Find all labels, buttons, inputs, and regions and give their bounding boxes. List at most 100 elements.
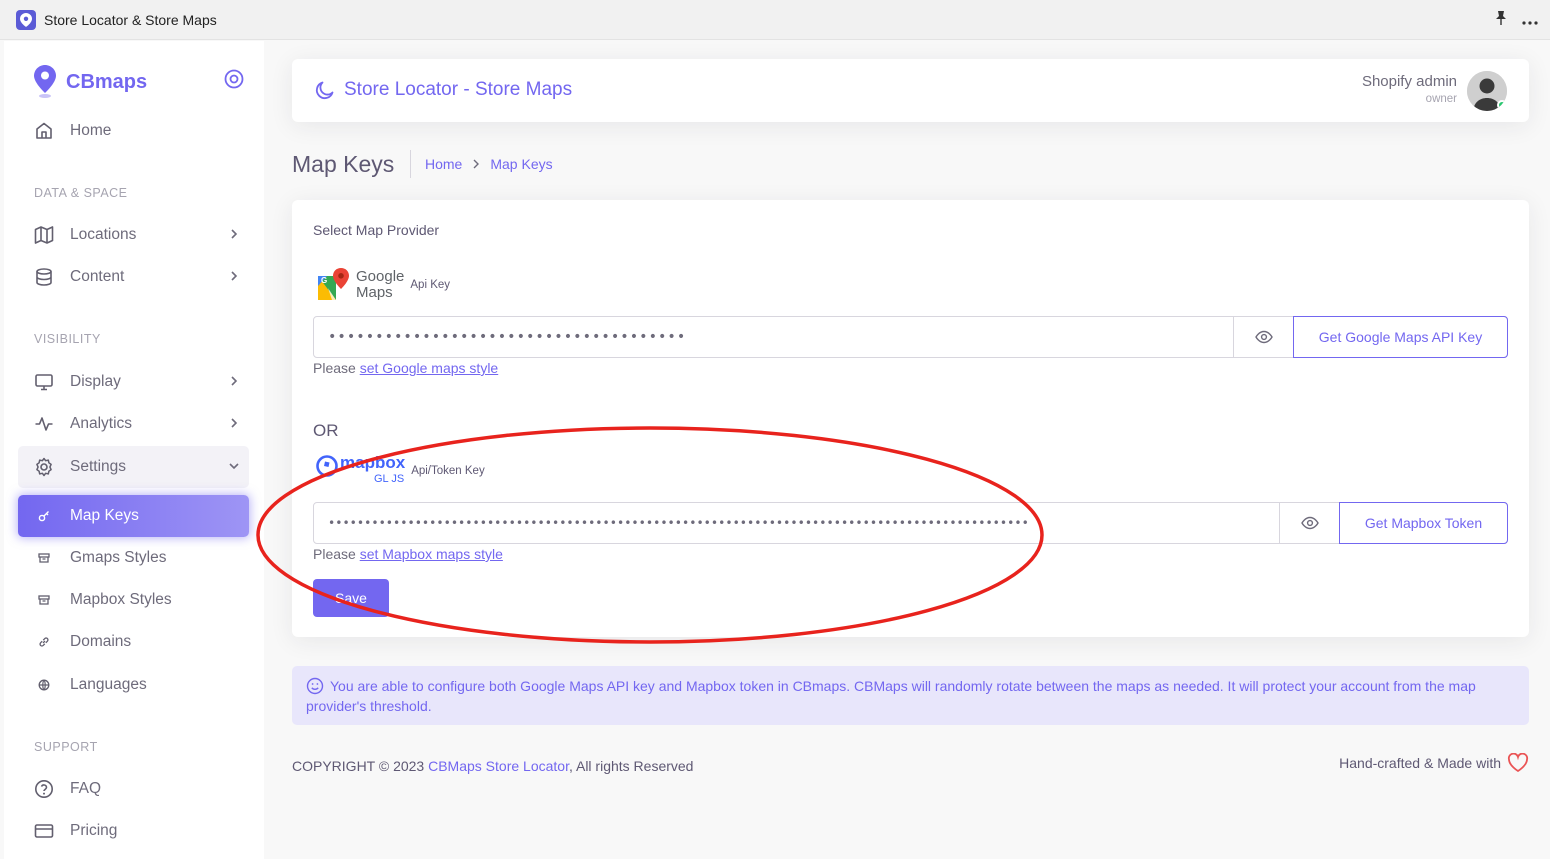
google-maps-icon: G: [318, 268, 349, 300]
sidebar-item-locations[interactable]: Locations: [18, 214, 249, 256]
map-icon: [34, 225, 54, 245]
activity-icon: [34, 414, 54, 434]
sidebar-item-label: FAQ: [70, 780, 102, 797]
section-label-data: DATA & SPACE: [34, 186, 128, 200]
globe-icon: [34, 675, 54, 695]
app-titlebar: Store Locator & Store Maps: [0, 0, 1550, 40]
sidebar-item-home[interactable]: Home: [18, 110, 249, 152]
mapbox-wordmark: mapbox: [340, 453, 406, 472]
user-name[interactable]: Shopify admin: [1362, 73, 1457, 90]
eye-icon: [1301, 516, 1319, 530]
info-alert: You are able to configure both Google Ma…: [292, 666, 1529, 725]
toggle-visibility-button[interactable]: [1279, 503, 1340, 543]
eye-icon: [1255, 330, 1273, 344]
chevron-down-icon: [229, 463, 239, 470]
sidebar-toggle-icon[interactable]: [224, 69, 244, 89]
sidebar-item-faq[interactable]: FAQ: [18, 768, 249, 810]
app-logo-icon: [16, 9, 36, 30]
sidebar-item-label: Map Keys: [70, 507, 139, 524]
sidebar-item-pricing[interactable]: Pricing: [18, 810, 249, 852]
google-api-key-input[interactable]: ••••••••••••••••••••••••••••••••••••••: [314, 317, 1233, 357]
mapbox-token-input[interactable]: ••••••••••••••••••••••••••••••••••••••••…: [314, 503, 1279, 543]
chevron-right-icon: [231, 418, 238, 428]
hint-prefix: Please: [313, 546, 360, 562]
brand-name: CBmaps: [66, 70, 148, 93]
pin-icon[interactable]: [1494, 10, 1508, 29]
sidebar-item-languages[interactable]: Languages: [18, 664, 249, 706]
app-title: Store Locator & Store Maps: [44, 11, 217, 28]
copyright-link[interactable]: CBMaps Store Locator: [428, 758, 569, 774]
hint-prefix: Please: [313, 360, 360, 376]
sidebar-item-label: Analytics: [70, 415, 133, 432]
sidebar-item-display[interactable]: Display: [18, 361, 249, 403]
breadcrumb: Home Map Keys: [425, 156, 553, 172]
sidebar-item-map-keys[interactable]: Map Keys: [18, 495, 249, 537]
credit-card-icon: [34, 821, 54, 841]
chevron-right-icon: [231, 376, 238, 386]
brand[interactable]: CBmaps: [34, 65, 147, 99]
breadcrumb-home[interactable]: Home: [425, 156, 462, 172]
section-label-support: SUPPORT: [34, 740, 98, 754]
mapbox-icon: [316, 455, 338, 477]
database-icon: [34, 267, 54, 287]
archive-icon: [34, 548, 54, 568]
sidebar-item-label: Mapbox Styles: [70, 591, 172, 608]
google-maps-logo: G Google Maps Api Key: [316, 268, 450, 302]
get-google-key-button[interactable]: Get Google Maps API Key: [1293, 316, 1508, 358]
breadcrumb-current[interactable]: Map Keys: [490, 156, 552, 172]
toggle-visibility-button[interactable]: [1233, 317, 1294, 357]
copyright-suffix: , All rights Reserved: [568, 758, 694, 774]
sidebar-item-mapbox-styles[interactable]: Mapbox Styles: [18, 579, 249, 621]
moon-icon[interactable]: [314, 79, 336, 101]
map-keys-card: Select Map Provider G Google Maps Api Ke…: [292, 200, 1529, 637]
sidebar-item-settings[interactable]: Settings: [18, 446, 249, 488]
or-separator: OR: [313, 421, 339, 440]
mapbox-style-hint: Please set Mapbox maps style: [313, 546, 503, 562]
online-status-dot: [1497, 100, 1507, 110]
sidebar-item-label: Settings: [70, 458, 127, 475]
sidebar-item-label: Content: [70, 268, 125, 285]
google-style-hint: Please set Google maps style: [313, 360, 498, 376]
get-mapbox-token-button[interactable]: Get Mapbox Token: [1339, 502, 1508, 544]
mapbox-key-label: Api/Token Key: [411, 465, 485, 477]
mapbox-gl-js-label: GL JS: [374, 473, 405, 485]
save-button[interactable]: Save: [313, 579, 389, 617]
sidebar-item-label: Display: [70, 373, 121, 390]
svg-text:G: G: [321, 276, 327, 285]
maps-wordmark: Maps: [356, 284, 393, 301]
sidebar-item-label: Pricing: [70, 822, 118, 839]
footer-credit: Hand-crafted & Made with: [1339, 753, 1529, 773]
google-key-input-group: •••••••••••••••••••••••••••••••••••••• G…: [313, 316, 1508, 358]
mapbox-key-input-group: ••••••••••••••••••••••••••••••••••••••••…: [313, 502, 1508, 544]
home-icon: [34, 121, 54, 141]
copyright-prefix: COPYRIGHT © 2023: [292, 758, 429, 774]
sidebar-item-label: Domains: [70, 633, 132, 650]
archive-icon: [34, 590, 54, 610]
sidebar: CBmaps Home DATA & SPACE Locations Conte…: [4, 41, 264, 859]
footer-copyright: COPYRIGHT © 2023 CBMaps Store Locator, A…: [292, 758, 693, 774]
more-options-icon[interactable]: [1522, 12, 1538, 28]
set-mapbox-style-link[interactable]: set Mapbox maps style: [360, 546, 503, 562]
sidebar-item-domains[interactable]: Domains: [18, 621, 249, 663]
footer-credit-text: Hand-crafted & Made with: [1339, 755, 1501, 771]
google-wordmark: Google: [356, 268, 405, 285]
sidebar-item-label: Languages: [70, 676, 147, 693]
chevron-right-icon: [231, 271, 238, 281]
select-provider-label: Select Map Provider: [313, 222, 440, 238]
sidebar-item-gmaps-styles[interactable]: Gmaps Styles: [18, 537, 249, 579]
google-key-label: Api Key: [410, 279, 451, 291]
breadcrumb-divider: [410, 150, 411, 178]
section-label-visibility: VISIBILITY: [34, 332, 101, 346]
gear-icon: [34, 457, 54, 477]
info-text: You are able to configure both Google Ma…: [306, 678, 1476, 714]
avatar[interactable]: [1467, 71, 1507, 111]
link-icon: [34, 506, 54, 526]
header-title: Store Locator - Store Maps: [344, 79, 573, 100]
page-title: Map Keys: [292, 151, 395, 177]
sidebar-item-content[interactable]: Content: [18, 256, 249, 298]
chevron-right-icon: [231, 229, 238, 239]
sidebar-item-analytics[interactable]: Analytics: [18, 403, 249, 445]
user-role: owner: [1425, 93, 1457, 105]
smile-icon: [306, 677, 324, 695]
set-google-style-link[interactable]: set Google maps style: [360, 360, 499, 376]
